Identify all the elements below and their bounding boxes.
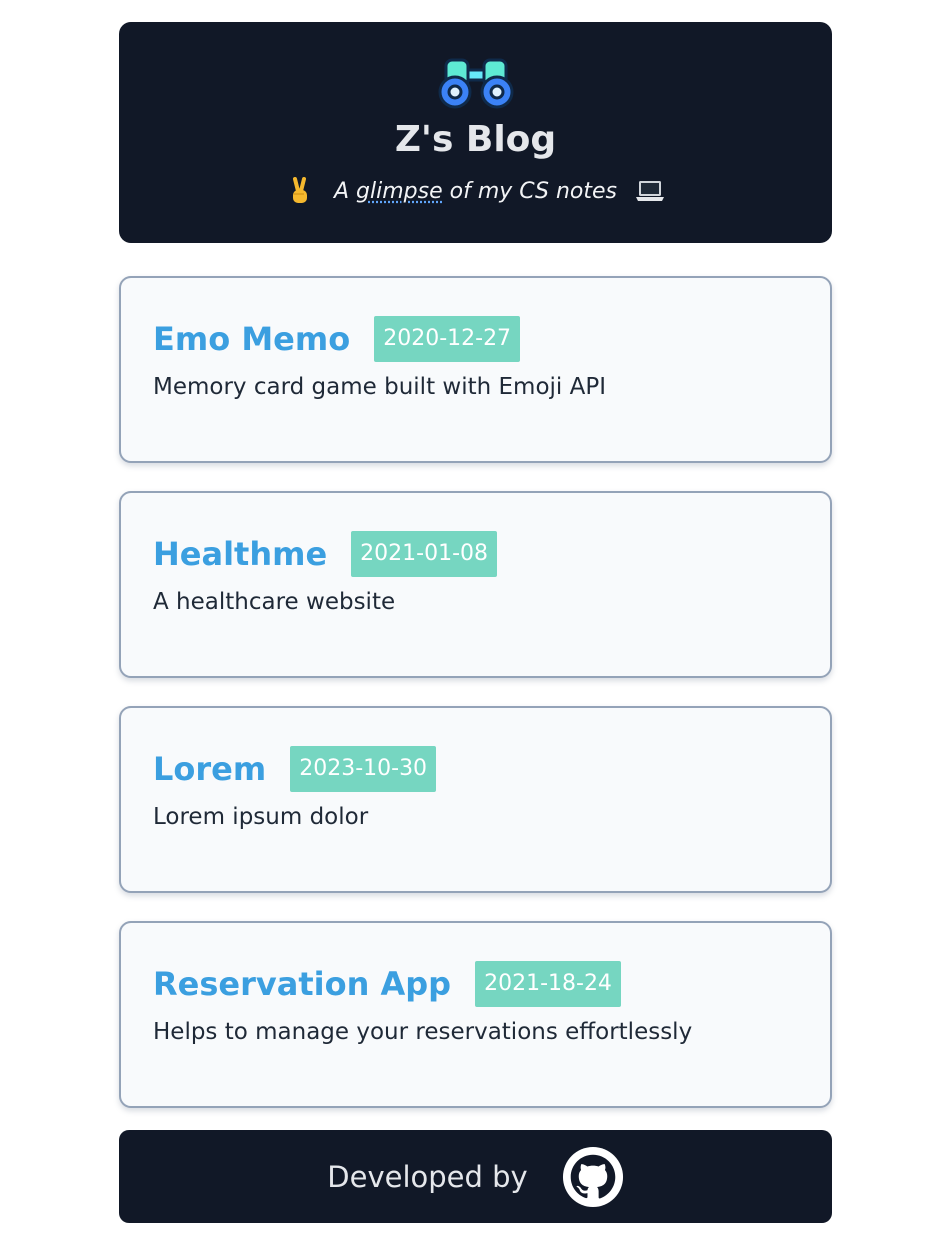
binoculars-icon xyxy=(438,58,513,109)
post-date-badge: 2020-12-27 xyxy=(374,316,521,363)
post-description: A healthcare website xyxy=(153,589,396,616)
post-head: Reservation App 2021-18-24 xyxy=(153,961,798,1008)
page-container: Z's Blog A glimpse of my CS notes Emo Me… xyxy=(119,22,832,1136)
github-icon[interactable] xyxy=(562,1146,624,1208)
post-card[interactable]: Lorem 2023-10-30 Lorem ipsum dolor xyxy=(119,706,832,893)
post-head: Healthme 2021-01-08 xyxy=(153,531,798,578)
site-title: Z's Blog xyxy=(394,119,557,160)
post-description: Memory card game built with Emoji API xyxy=(153,374,606,401)
post-title[interactable]: Reservation App xyxy=(153,968,451,1000)
laptop-icon xyxy=(636,181,665,201)
site-header: Z's Blog A glimpse of my CS notes xyxy=(119,22,832,243)
tagline: A glimpse of my CS notes xyxy=(334,179,617,204)
post-description: Helps to manage your reservations effort… xyxy=(153,1019,693,1046)
post-title[interactable]: Healthme xyxy=(153,538,327,570)
post-date-badge: 2021-18-24 xyxy=(475,961,621,1008)
tagline-suffix: of my CS notes xyxy=(442,178,618,204)
tagline-prefix: A xyxy=(333,178,357,204)
post-card[interactable]: Emo Memo 2020-12-27 Memory card game bui… xyxy=(119,276,832,463)
footer-text: Developed by xyxy=(327,1159,528,1194)
post-description: Lorem ipsum dolor xyxy=(153,804,369,831)
post-list: Emo Memo 2020-12-27 Memory card game bui… xyxy=(119,276,832,1108)
post-head: Lorem 2023-10-30 xyxy=(153,746,798,793)
post-title[interactable]: Lorem xyxy=(153,753,266,785)
post-head: Emo Memo 2020-12-27 xyxy=(153,316,798,363)
post-date-badge: 2021-01-08 xyxy=(351,531,498,578)
site-footer: Developed by xyxy=(119,1130,832,1223)
tagline-row: A glimpse of my CS notes xyxy=(286,176,665,206)
post-card[interactable]: Reservation App 2021-18-24 Helps to mana… xyxy=(119,921,832,1108)
post-date-badge: 2023-10-30 xyxy=(290,746,437,793)
post-card[interactable]: Healthme 2021-01-08 A healthcare website xyxy=(119,491,832,678)
victory-hand-icon xyxy=(292,177,307,203)
tagline-abbr: glimpse xyxy=(356,178,443,204)
post-title[interactable]: Emo Memo xyxy=(153,323,350,355)
